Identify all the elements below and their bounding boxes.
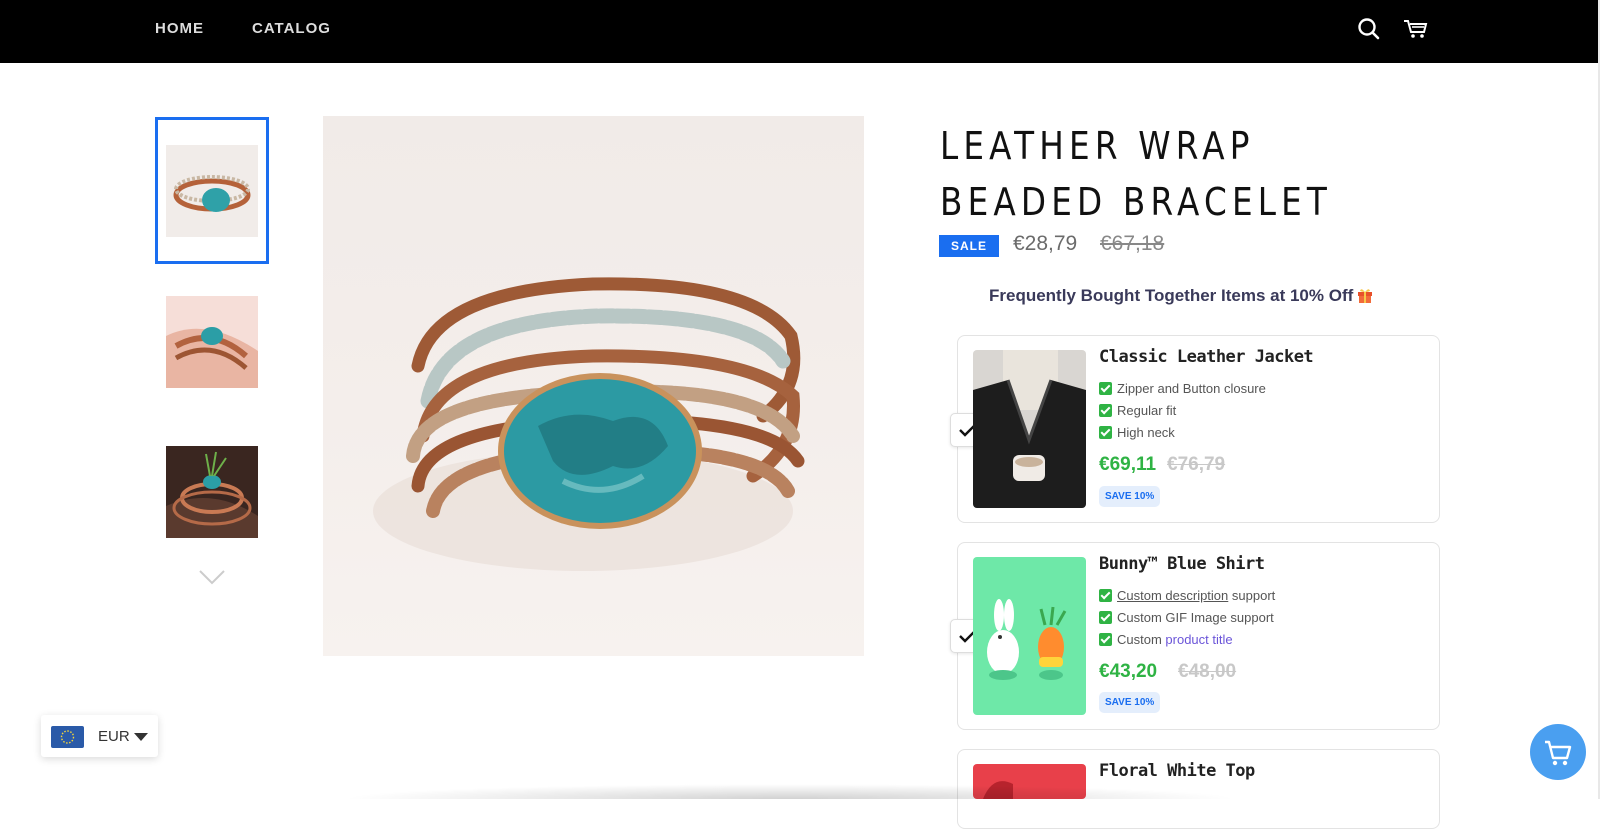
floating-cart-button[interactable]: [1530, 724, 1586, 780]
check-icon: [1099, 611, 1112, 624]
chevron-down-icon[interactable]: [196, 565, 228, 589]
nav-catalog-link[interactable]: CATALOG: [252, 20, 331, 37]
feature-text: High neck: [1117, 425, 1175, 440]
check-icon: [1099, 633, 1112, 646]
caret-down-icon: [134, 733, 148, 741]
fbt-item-2-feature-1: Custom description support: [1099, 588, 1275, 603]
fbt-item-1-title[interactable]: Classic Leather Jacket: [1099, 347, 1314, 367]
fbt-item-2-feature-2: Custom GIF Image support: [1099, 610, 1274, 625]
gift-icon: [1357, 287, 1373, 303]
fbt-item-1-feature-1: Zipper and Button closure: [1099, 381, 1266, 396]
fbt-item-2-compare-price: €48,00: [1178, 661, 1237, 682]
check-icon: [1099, 382, 1112, 395]
feature-text: Custom GIF Image support: [1117, 610, 1274, 625]
fbt-heading: Frequently Bought Together Items at 10% …: [989, 286, 1373, 306]
main-product-image[interactable]: [323, 116, 864, 656]
sale-badge: SALE: [939, 235, 1000, 257]
product-title: LEATHER WRAP BEADED BRACELET: [940, 124, 1333, 224]
cart-icon: [1545, 740, 1572, 766]
fbt-item-2-price: €43,20: [1099, 661, 1158, 682]
feature-text: Zipper and Button closure: [1117, 381, 1266, 396]
thumbnail-image-bracelet-plant[interactable]: [166, 446, 258, 538]
fbt-item-3-title[interactable]: Floral White Top: [1099, 761, 1255, 781]
fbt-item-1-feature-2: Regular fit: [1099, 403, 1176, 418]
product-price: €28,79: [1013, 232, 1078, 255]
fbt-item-2-feature-3: Custom product title: [1099, 632, 1233, 647]
sticky-bar-shadow: [340, 784, 1240, 799]
check-icon: [1099, 589, 1112, 602]
thumbnail-image-bracelet-wrist[interactable]: [166, 296, 258, 388]
check-icon: [1099, 426, 1112, 439]
currency-selector[interactable]: EUR: [41, 715, 158, 757]
custom-description-link[interactable]: Custom description: [1117, 588, 1228, 603]
feature-text: support: [1228, 588, 1276, 603]
fbt-heading-text: Frequently Bought Together Items at 10% …: [989, 286, 1354, 305]
fbt-item-1-feature-3: High neck: [1099, 425, 1175, 440]
search-icon[interactable]: [1354, 14, 1384, 44]
cart-icon[interactable]: [1401, 14, 1431, 44]
product-compare-price: €67,18: [1100, 232, 1165, 255]
fbt-item-2-image[interactable]: [973, 557, 1086, 715]
check-icon: [1099, 404, 1112, 417]
nav-home-link[interactable]: HOME: [155, 20, 204, 37]
currency-code: EUR: [98, 728, 130, 745]
top-navigation-bar: HOME CATALOG: [0, 0, 1598, 63]
thumbnail-image-bracelet-front: [166, 145, 258, 237]
fbt-item-2-title[interactable]: Bunny™ Blue Shirt: [1099, 554, 1265, 574]
fbt-item-1-compare-price: €76,79: [1167, 454, 1226, 475]
fbt-item-2-save-badge: SAVE 10%: [1099, 692, 1161, 713]
product-title-link[interactable]: product title: [1165, 632, 1232, 647]
fbt-item-1-price: €69,11: [1099, 454, 1157, 475]
eu-flag-icon: [51, 726, 84, 748]
feature-text: Custom: [1117, 632, 1166, 647]
fbt-item-1-save-badge: SAVE 10%: [1099, 486, 1161, 507]
feature-text: Regular fit: [1117, 403, 1177, 418]
fbt-item-1-image[interactable]: [973, 350, 1086, 508]
